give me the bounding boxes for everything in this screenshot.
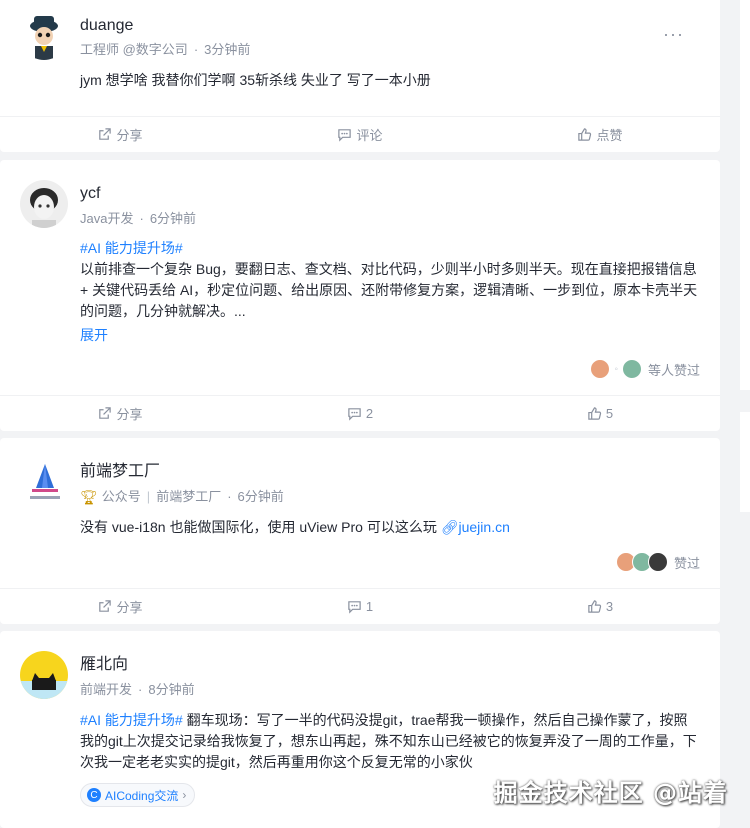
- likers-row[interactable]: ◦ 等人赞过: [590, 359, 700, 379]
- separator-dot: ·: [138, 682, 143, 697]
- comment-button[interactable]: 1: [240, 589, 480, 624]
- like-count: 5: [605, 406, 614, 421]
- separator-dot: ·: [193, 42, 199, 57]
- post-content[interactable]: #AI 能力提升场# 翻车现场：写了一半的代码没提git，trae帮我一顿操作，…: [80, 710, 700, 773]
- likers-row[interactable]: 赞过: [615, 552, 700, 572]
- likers-text: 等人赞过: [647, 362, 700, 378]
- comment-icon: [348, 408, 361, 421]
- post-time: 6分钟前: [149, 211, 197, 226]
- post-text: 以前排查一个复杂 Bug，要翻日志、查文档、对比代码，少则半小时多则半天。现在直…: [80, 261, 698, 319]
- right-sidebar-edge: [740, 0, 750, 390]
- liker-avatar: [647, 552, 668, 572]
- author-meta: 🏆︎ 公众号 | 前端梦工厂 · 6分钟前: [80, 488, 284, 506]
- comment-icon: [338, 129, 352, 142]
- like-button[interactable]: 3: [480, 589, 720, 624]
- share-label: 分享: [116, 600, 143, 615]
- author-badge: 公众号: [101, 489, 141, 504]
- author-name[interactable]: 雁北向: [80, 655, 128, 675]
- share-icon: [99, 407, 112, 419]
- author-meta: 工程师 @数字公司 · 3分钟前: [80, 41, 250, 59]
- trophy-icon: 🏆︎: [80, 489, 98, 505]
- chevron-right-icon: ›: [182, 788, 187, 802]
- author-name[interactable]: duange: [80, 16, 133, 36]
- expand-link[interactable]: 展开: [80, 325, 108, 345]
- share-icon: [99, 600, 112, 612]
- thumbs-up-icon: [578, 128, 592, 141]
- like-label: 点赞: [596, 128, 623, 143]
- topic-link[interactable]: #AI 能力提升场#: [80, 240, 183, 256]
- post-time: 3分钟前: [204, 42, 251, 57]
- circle-tag[interactable]: C AICoding交流 ›: [80, 783, 196, 807]
- like-button[interactable]: 5: [480, 396, 720, 431]
- comment-button[interactable]: 评论: [240, 117, 480, 152]
- thumbs-up-icon: [588, 600, 602, 613]
- like-button[interactable]: 点赞: [480, 117, 720, 152]
- likers-text: 赞过: [673, 555, 700, 571]
- right-sidebar-edge: [740, 412, 750, 512]
- author-title: 工程师 @数字公司: [80, 42, 188, 57]
- like-count: 3: [605, 599, 614, 614]
- share-button[interactable]: 分享: [0, 589, 240, 624]
- post-actions: 分享 1 3: [0, 588, 720, 624]
- more-options-icon[interactable]: ···: [663, 24, 684, 45]
- avatar[interactable]: [20, 651, 68, 699]
- comment-count: 1: [365, 599, 374, 614]
- post-card: 前端梦工厂 🏆︎ 公众号 | 前端梦工厂 · 6分钟前 没有 vue-i18n …: [0, 438, 720, 624]
- post-card: duange 工程师 @数字公司 · 3分钟前 ··· jym 想学啥 我替你们…: [0, 0, 720, 152]
- circle-tag-label: AICoding交流: [105, 788, 179, 803]
- post-card: ycf Java开发 · 6分钟前 #AI 能力提升场# 以前排查一个复杂 Bu…: [0, 160, 720, 431]
- post-content[interactable]: #AI 能力提升场# 以前排查一个复杂 Bug，要翻日志、查文档、对比代码，少则…: [80, 238, 700, 322]
- separator-dot: ·: [139, 211, 144, 226]
- author-name[interactable]: 前端梦工厂: [80, 462, 160, 482]
- post-text: 没有 vue-i18n 也能做国际化，使用 uView Pro 可以这么玩: [80, 519, 441, 535]
- author-name[interactable]: ycf: [80, 184, 100, 204]
- topic-link[interactable]: #AI 能力提升场#: [80, 712, 183, 728]
- link-icon: 🔗︎: [440, 519, 459, 535]
- author-title: Java开发: [80, 211, 134, 226]
- avatar[interactable]: [20, 12, 68, 60]
- author-title: 前端梦工厂: [156, 489, 222, 504]
- comment-button[interactable]: 2: [240, 396, 480, 431]
- comment-label: 评论: [356, 128, 383, 143]
- share-button[interactable]: 分享: [0, 396, 240, 431]
- external-link[interactable]: juejin.cn: [459, 519, 510, 535]
- share-button[interactable]: 分享: [0, 117, 240, 152]
- avatar[interactable]: [20, 180, 68, 228]
- liker-avatar: [590, 359, 611, 379]
- liker-avatar: [621, 359, 642, 379]
- post-time: 8分钟前: [148, 682, 195, 697]
- post-content[interactable]: jym 想学啥 我替你们学啊 35斩杀线 失业了 写了一本小册: [80, 70, 700, 91]
- share-label: 分享: [116, 407, 143, 422]
- post-actions: 分享 2 5: [0, 395, 720, 431]
- author-meta: Java开发 · 6分钟前: [80, 210, 196, 228]
- thumbs-up-icon: [588, 407, 602, 420]
- author-title: 前端开发: [80, 682, 133, 697]
- avatar[interactable]: [20, 458, 68, 506]
- share-icon: [99, 128, 112, 140]
- watermark: 掘金技术社区 @站着: [493, 779, 728, 807]
- post-time: 6分钟前: [237, 489, 284, 504]
- circle-icon: C: [87, 788, 101, 802]
- post-content[interactable]: 没有 vue-i18n 也能做国际化，使用 uView Pro 可以这么玩 🔗︎…: [80, 517, 700, 538]
- liker-separator: ◦: [614, 363, 618, 375]
- comment-icon: [348, 601, 361, 614]
- share-label: 分享: [116, 128, 143, 143]
- separator-bar: |: [146, 489, 151, 504]
- author-meta: 前端开发 · 8分钟前: [80, 681, 195, 699]
- post-actions: 分享 评论 点赞: [0, 116, 720, 152]
- separator-dot: ·: [227, 489, 232, 504]
- comment-count: 2: [365, 406, 374, 421]
